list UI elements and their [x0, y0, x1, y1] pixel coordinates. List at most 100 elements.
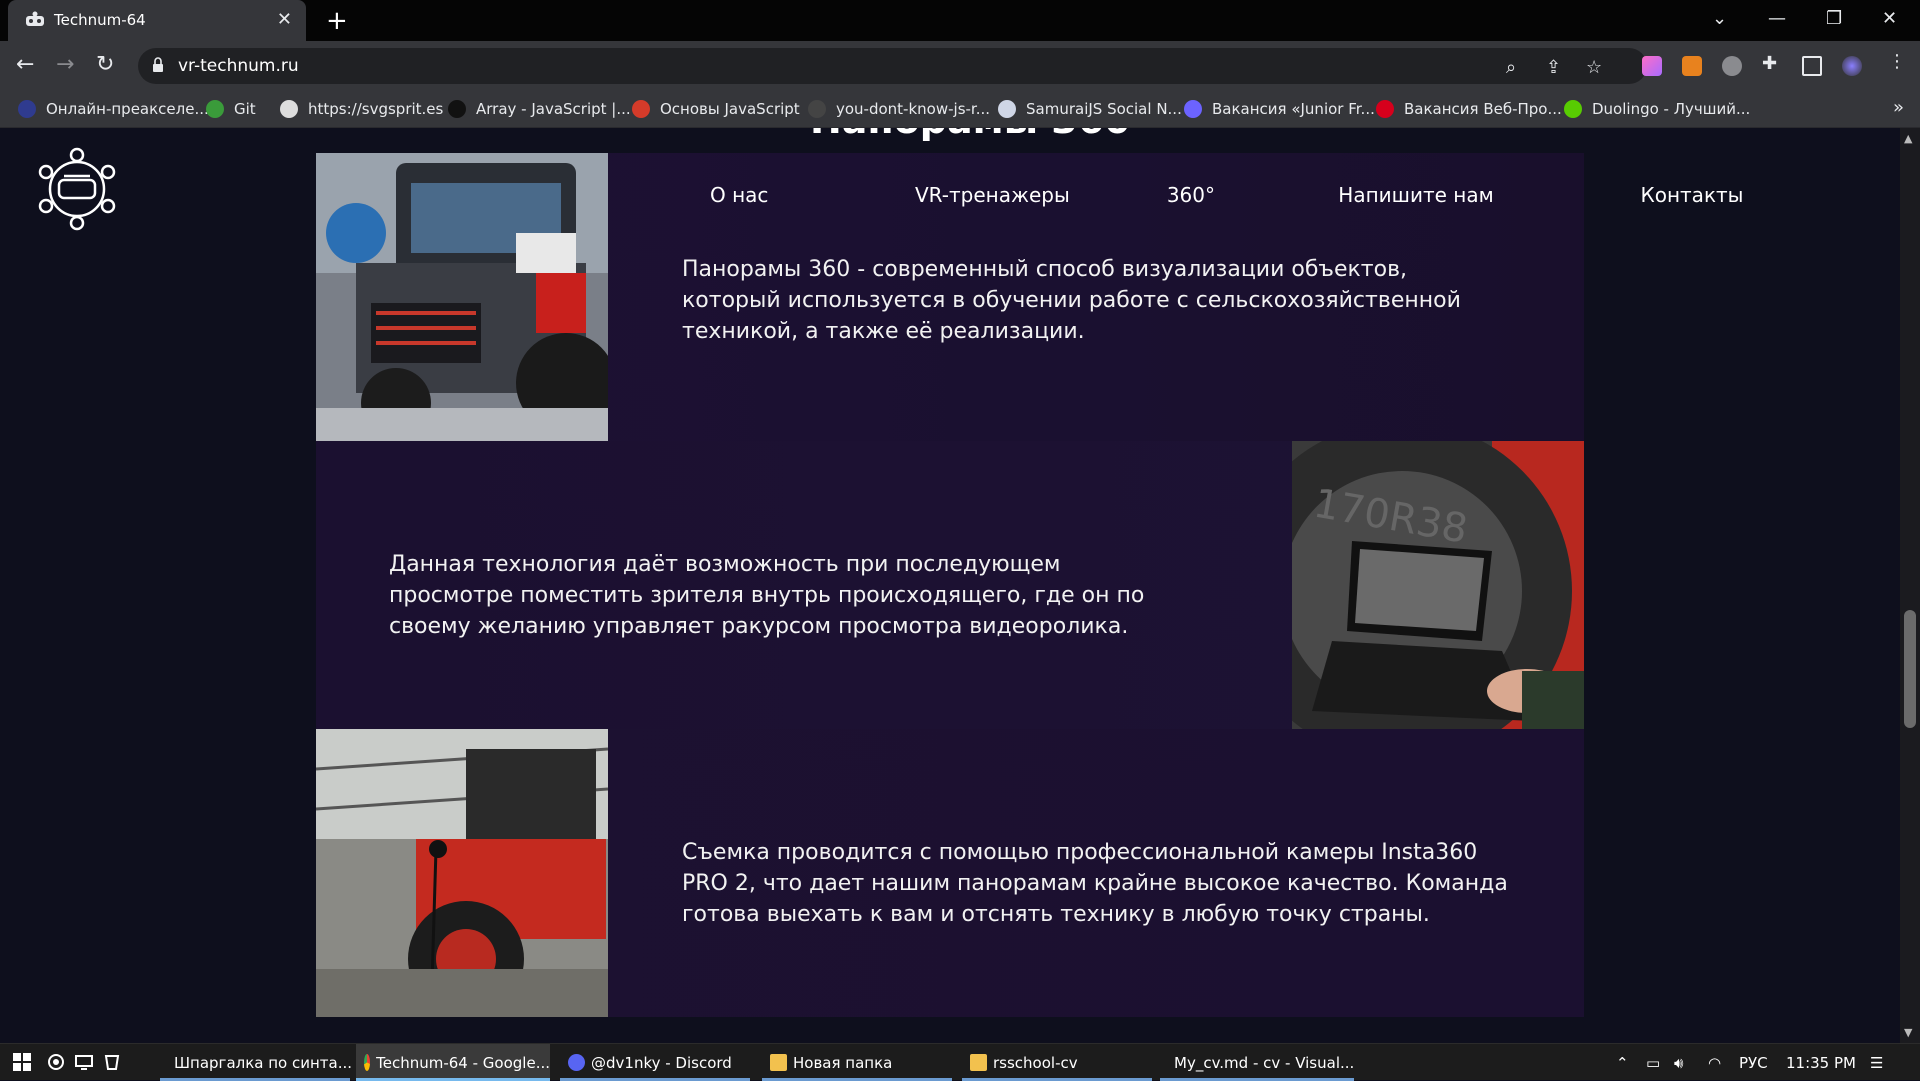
bookmark-star-icon[interactable]: ☆	[1586, 57, 1602, 78]
bookmark-label: Основы JavaScript	[660, 100, 800, 118]
side-panel-icon[interactable]	[1802, 56, 1822, 76]
task-view-icon[interactable]	[74, 1052, 94, 1072]
panorama-row-3: Съемка проводится с помощью профессионал…	[316, 729, 1584, 1017]
nav-write-us[interactable]: Напишите нам	[1338, 183, 1493, 207]
scrollbar-thumb[interactable]	[1904, 610, 1916, 728]
bookmark-favicon-icon	[206, 100, 224, 118]
browser-toolbar: ← → ↻ vr-technum.ru ⌕ ⇪ ☆ ✚ ⋮	[0, 41, 1920, 91]
nav-vr-trainers[interactable]: VR-тренажеры	[915, 183, 1070, 207]
taskbar-item-vscode[interactable]: My_cv.md - cv - Visual...	[1160, 1044, 1354, 1081]
extension-icon[interactable]	[1642, 56, 1662, 76]
bookmark-favicon-icon	[1564, 100, 1582, 118]
laptop-tire-photo: 170R38	[1292, 441, 1584, 729]
bookmark-item[interactable]: https://svgsprit.es	[280, 97, 443, 121]
site-logo[interactable]	[34, 146, 120, 232]
keyboard-language[interactable]: РУС	[1739, 1054, 1768, 1072]
address-bar[interactable]: vr-technum.ru ⌕ ⇪ ☆	[138, 48, 1647, 84]
row-2-text: Данная технология даёт возможность при п…	[389, 552, 1145, 639]
panorama-row-2: Данная технология даёт возможность при п…	[316, 441, 1584, 729]
extensions-puzzle-icon[interactable]: ✚	[1762, 53, 1777, 74]
bookmark-favicon-icon	[1184, 100, 1202, 118]
folder-icon	[770, 1054, 787, 1071]
scroll-up-arrow-icon[interactable]: ▲	[1904, 132, 1912, 145]
taskbar-item-technum[interactable]: Technum-64 - Google...	[356, 1044, 550, 1081]
section-heading: Панорамы 360	[810, 128, 1131, 142]
taskbar-item-label: Шпаргалка по синта...	[174, 1053, 353, 1072]
discord-icon	[568, 1054, 585, 1071]
restore-button[interactable]: ❐	[1826, 8, 1842, 29]
search-icon[interactable]	[46, 1052, 66, 1072]
tray-chevron-up-icon[interactable]: ⌃	[1616, 1054, 1629, 1072]
row-3-text: Съемка проводится с помощью профессионал…	[682, 840, 1508, 927]
vr-headset-icon	[26, 11, 44, 26]
notifications-icon[interactable]: ☰	[1870, 1054, 1883, 1072]
forward-button[interactable]: →	[56, 52, 74, 77]
bookmark-favicon-icon	[632, 100, 650, 118]
bookmark-label: https://svgsprit.es	[308, 100, 444, 118]
tractor-camera-photo	[316, 729, 608, 1017]
bookmark-item[interactable]: Онлайн-преакселе...	[18, 97, 209, 121]
windows-start-icon[interactable]	[12, 1052, 32, 1072]
nav-contacts[interactable]: Контакты	[1641, 183, 1744, 207]
bookmark-label: Git	[234, 100, 256, 118]
wifi-icon[interactable]: ◠	[1708, 1054, 1721, 1072]
close-window-button[interactable]: ✕	[1882, 8, 1897, 29]
combine-harvester-photo	[316, 153, 608, 441]
bookmarks-bar: » Онлайн-преакселе... Git https://svgsprit…	[0, 91, 1920, 128]
clock-time[interactable]: 11:35 PM	[1786, 1054, 1856, 1072]
browser-tab[interactable]: Technum-64 ✕	[8, 0, 306, 41]
bookmark-favicon-icon	[18, 100, 36, 118]
bookmark-item[interactable]: Вакансия «Junior Fr...	[1184, 97, 1375, 121]
nav-about[interactable]: О нас	[710, 183, 768, 207]
new-tab-button[interactable]: +	[326, 6, 348, 36]
bookmark-item[interactable]: Git	[206, 97, 256, 121]
back-button[interactable]: ←	[16, 52, 34, 77]
page-viewport: Панорамы 360	[0, 128, 1900, 1043]
bookmark-label: SamuraiJS Social N...	[1026, 100, 1182, 118]
browser-tab-bar: Technum-64 ✕ + ⌄ — ❐ ✕	[0, 0, 1920, 41]
lock-icon	[153, 57, 163, 72]
bookmark-favicon-icon	[280, 100, 298, 118]
share-icon[interactable]: ⇪	[1546, 57, 1561, 78]
widgets-icon[interactable]	[102, 1052, 122, 1072]
bookmark-label: Вакансия Веб-Про...	[1404, 100, 1562, 118]
reload-button[interactable]: ↻	[96, 52, 114, 77]
metamask-icon[interactable]	[1682, 56, 1702, 76]
taskbar-item-label: Новая папка	[793, 1053, 893, 1072]
bookmark-favicon-icon	[998, 100, 1016, 118]
bookmark-label: Array - JavaScript |...	[476, 100, 631, 118]
bookmark-label: Онлайн-преакселе...	[46, 100, 209, 118]
close-tab-icon[interactable]: ✕	[277, 9, 292, 30]
panorama-row-1: О нас VR-тренажеры 360° Напишите нам Кон…	[316, 153, 1743, 441]
taskbar-item-rsschool[interactable]: rsschool-cv	[962, 1044, 1152, 1081]
bookmark-item[interactable]: SamuraiJS Social N...	[998, 97, 1182, 121]
taskbar-item-new-folder[interactable]: Новая папка	[762, 1044, 952, 1081]
row-1-text: Панорамы 360 - современный способ визуал…	[682, 257, 1461, 344]
bookmark-label: Вакансия «Junior Fr...	[1212, 100, 1375, 118]
profile-avatar[interactable]	[1842, 56, 1862, 76]
bookmark-item[interactable]: Основы JavaScript	[632, 97, 800, 121]
page-scrollbar[interactable]: ▲ ▼	[1900, 128, 1920, 1043]
bookmark-item[interactable]: Array - JavaScript |...	[448, 97, 631, 121]
bookmark-item[interactable]: Duolingo - Лучший...	[1564, 97, 1750, 121]
bookmark-favicon-icon	[1376, 100, 1394, 118]
chrome-icon	[364, 1054, 371, 1071]
volume-icon[interactable]: 🔊︎	[1674, 1054, 1683, 1072]
globe-icon[interactable]	[1722, 56, 1742, 76]
menu-kebab-icon[interactable]: ⋮	[1888, 51, 1906, 72]
more-bookmarks-icon[interactable]: »	[1893, 97, 1904, 118]
search-icon[interactable]: ⌕	[1506, 57, 1516, 78]
bookmark-label: Duolingo - Лучший...	[1592, 100, 1751, 118]
tab-search-icon[interactable]: ⌄	[1712, 8, 1727, 29]
minimize-button[interactable]: —	[1768, 8, 1786, 29]
bookmark-item[interactable]: Вакансия Веб-Про...	[1376, 97, 1562, 121]
scroll-down-arrow-icon[interactable]: ▼	[1904, 1026, 1912, 1039]
battery-icon[interactable]: ▭	[1646, 1054, 1660, 1072]
windows-taskbar: Шпаргалка по синта... Technum-64 - Googl…	[0, 1043, 1920, 1081]
taskbar-item-discord[interactable]: @dv1nky - Discord	[560, 1044, 750, 1081]
taskbar-item-label: @dv1nky - Discord	[591, 1053, 732, 1072]
nav-360[interactable]: 360°	[1167, 183, 1215, 207]
bookmark-favicon-icon	[808, 100, 826, 118]
taskbar-item-cheatsheet[interactable]: Шпаргалка по синта...	[160, 1044, 353, 1081]
bookmark-item[interactable]: you-dont-know-js-r...	[808, 97, 990, 121]
